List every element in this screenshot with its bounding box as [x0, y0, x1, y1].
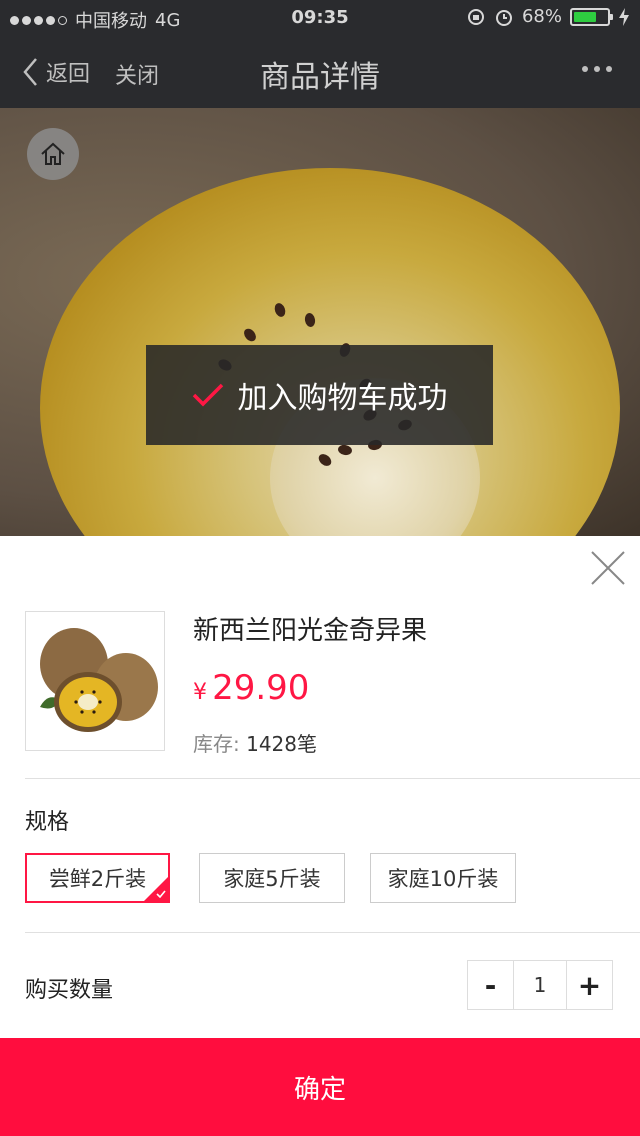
nav-bar: 返回 关闭 商品详情: [0, 36, 640, 108]
product-name: 新西兰阳光金奇异果: [193, 616, 428, 646]
spec-option-10jin[interactable]: 家庭10斤装: [370, 853, 516, 903]
increment-button[interactable]: +: [567, 961, 612, 1009]
checkmark-icon: [192, 383, 223, 407]
divider: [25, 778, 640, 779]
spec-option-label: 家庭10斤装: [387, 867, 499, 891]
success-toast: 加入购物车成功: [146, 345, 493, 445]
check-icon: [156, 890, 166, 898]
spec-option-label: 家庭5斤装: [223, 867, 321, 891]
product-price: ¥ 29.90: [193, 668, 309, 708]
battery-percent: 68%: [521, 6, 562, 27]
confirm-button[interactable]: 确定: [0, 1038, 640, 1136]
product-image: 加入购物车成功: [0, 108, 640, 536]
spec-option-2jin[interactable]: 尝鲜2斤装: [25, 853, 170, 903]
decrement-button[interactable]: -: [468, 961, 513, 1009]
stock-label: 库存:: [193, 732, 240, 756]
quantity-stepper: - 1 +: [467, 960, 613, 1010]
product-thumbnail: [25, 611, 165, 751]
status-right: 68%: [466, 6, 630, 27]
home-button[interactable]: [27, 128, 79, 180]
spec-option-5jin[interactable]: 家庭5斤装: [199, 853, 345, 903]
kiwi-thumbnail-image: [40, 628, 158, 732]
spec-option-label: 尝鲜2斤装: [48, 867, 147, 891]
alarm-icon: [495, 9, 512, 26]
charging-icon: [619, 7, 629, 26]
divider: [25, 932, 640, 933]
battery-icon: [570, 7, 613, 26]
stock-value: 1428笔: [246, 732, 318, 756]
page-title: 商品详情: [260, 60, 380, 95]
more-options-button[interactable]: [582, 66, 612, 72]
spec-title: 规格: [25, 810, 70, 835]
stock-info: 库存: 1428笔: [193, 728, 317, 757]
quantity-value[interactable]: 1: [513, 961, 567, 1009]
home-icon: [41, 142, 65, 165]
sku-sheet: 新西兰阳光金奇异果 ¥ 29.90 库存: 1428笔 规格 尝鲜2斤装 家庭5…: [0, 536, 640, 1136]
close-icon[interactable]: [590, 550, 626, 586]
status-bar: 中国移动 4G 09:35 68%: [0, 0, 640, 36]
price-value: 29.90: [212, 668, 310, 708]
currency-symbol: ¥: [193, 680, 207, 705]
toast-message: 加入购物车成功: [237, 381, 448, 416]
quantity-label: 购买数量: [25, 978, 114, 1003]
rotation-lock-icon: [467, 8, 484, 25]
